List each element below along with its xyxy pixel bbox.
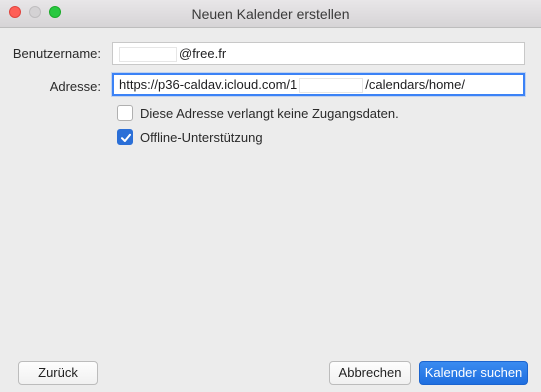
address-prefix: https://p36-caldav.icloud.com/1	[119, 77, 298, 92]
username-redacted	[119, 47, 177, 63]
no-credentials-checkbox[interactable]	[117, 105, 133, 121]
offline-support-checkbox[interactable]	[117, 129, 133, 145]
cancel-button[interactable]: Abbrechen	[329, 361, 411, 385]
username-suffix: @free.fr	[179, 46, 227, 61]
title-bar: Neuen Kalender erstellen	[0, 0, 541, 28]
address-suffix: /calendars/home/	[365, 77, 465, 92]
address-field[interactable]: https://p36-caldav.icloud.com/1/calendar…	[112, 73, 525, 96]
address-label: Adresse:	[49, 79, 101, 94]
window-title: Neuen Kalender erstellen	[191, 6, 350, 22]
back-button[interactable]: Zurück	[18, 361, 98, 385]
username-label: Benutzername:	[12, 46, 101, 61]
search-calendar-button[interactable]: Kalender suchen	[419, 361, 528, 385]
dialog-window: Neuen Kalender erstellen Benutzername: @…	[0, 0, 541, 392]
checkmark-icon	[121, 133, 131, 142]
address-redacted	[299, 78, 364, 94]
username-field[interactable]: @free.fr	[112, 42, 525, 65]
offline-support-label: Offline-Unterstützung	[140, 130, 263, 145]
no-credentials-label: Diese Adresse verlangt keine Zugangsdate…	[140, 106, 399, 121]
